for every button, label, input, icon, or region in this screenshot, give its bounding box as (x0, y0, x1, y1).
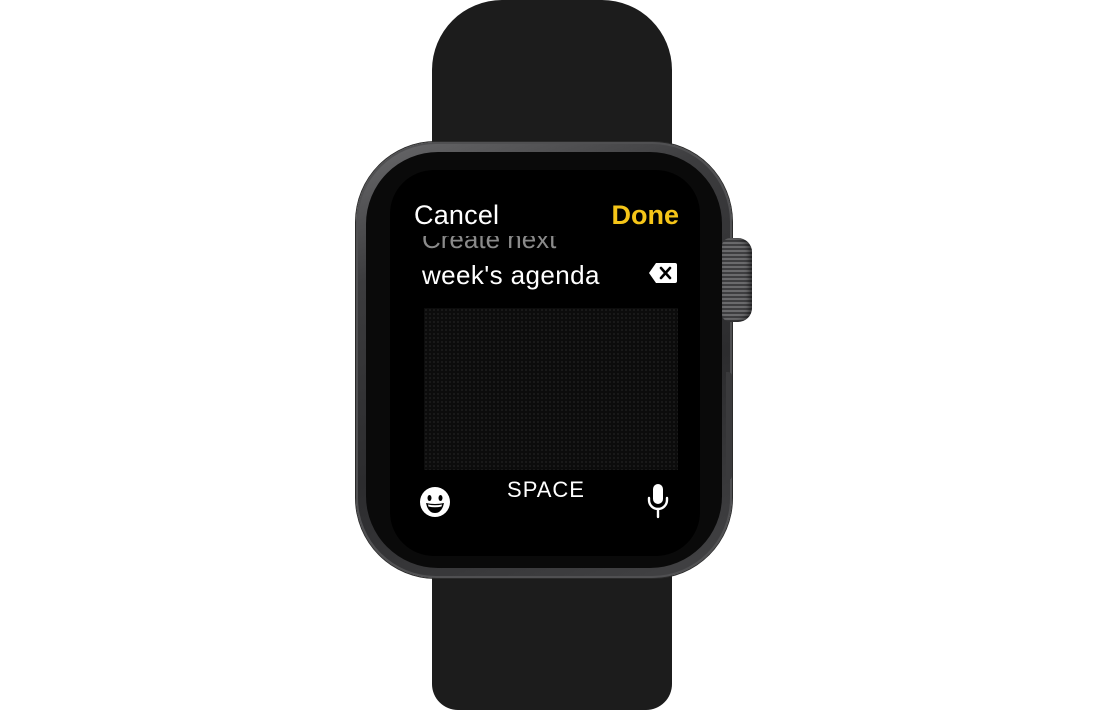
watch-screen: Cancel Done Create next week's agenda SP… (390, 170, 700, 556)
text-input-line-current: week's agenda (422, 260, 600, 290)
side-button[interactable] (726, 372, 732, 480)
microphone-icon[interactable] (646, 482, 670, 520)
emoji-face-icon[interactable] (418, 485, 452, 519)
delete-icon[interactable] (648, 262, 678, 284)
digital-crown[interactable] (722, 238, 752, 322)
apple-watch-device: Cancel Done Create next week's agenda SP… (0, 0, 1104, 720)
cancel-button[interactable]: Cancel (414, 200, 499, 231)
done-button[interactable]: Done (612, 200, 680, 231)
space-button[interactable]: SPACE (496, 477, 596, 503)
text-input-line-previous: Create next (422, 236, 557, 254)
scribble-pad[interactable] (424, 308, 678, 470)
text-input-field[interactable]: Create next week's agenda (422, 236, 642, 294)
